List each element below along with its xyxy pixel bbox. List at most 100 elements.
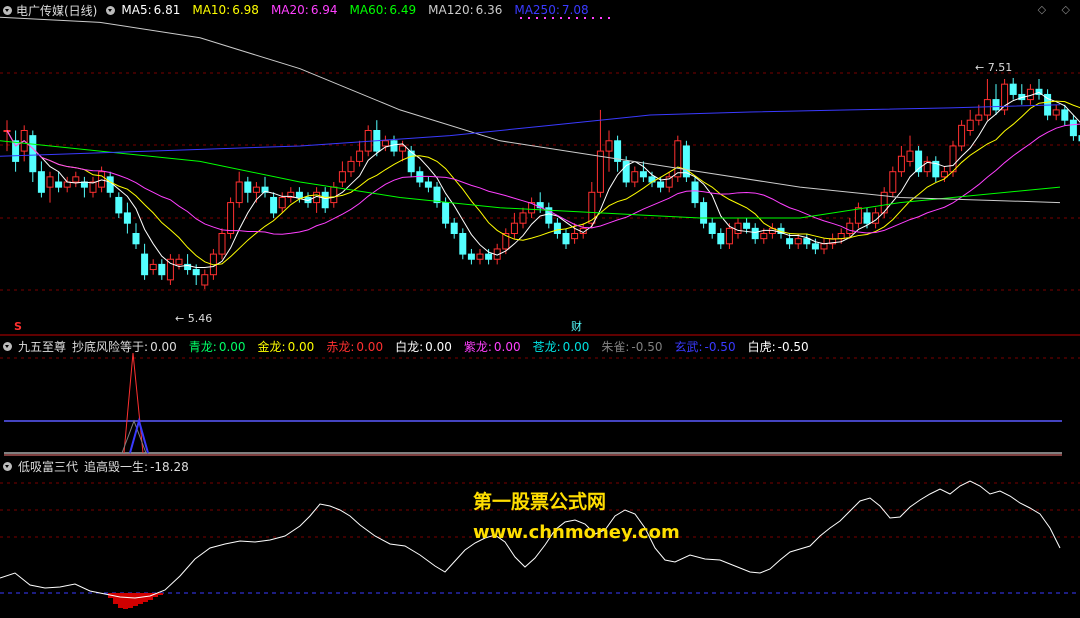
candle-body: [906, 150, 914, 162]
ma-indicator-list: MA5: 6.81 MA10: 6.98 MA20: 6.94 MA60: 6.49 MA120…: [121, 3, 600, 17]
dot-marker: [608, 17, 610, 19]
indicator-value: MA60: 6.49: [350, 3, 423, 17]
candle-body: [270, 196, 278, 214]
indicator-label: 青龙:: [188, 339, 217, 354]
red-bar: [123, 593, 128, 609]
indicator-number: 0.00: [287, 339, 315, 354]
indicator-number: 6.36: [475, 3, 503, 17]
candle-body: [192, 269, 200, 276]
candle-body: [433, 186, 441, 204]
red-bar: [118, 593, 123, 608]
candlestick-chart[interactable]: ← 5.46 ← 7.51 S 财: [0, 0, 1080, 336]
dixi-title: 低吸富三代: [18, 459, 79, 474]
red-bar: [158, 593, 163, 595]
indicator-panel-jiuwu[interactable]: 九五至尊 抄底风险等于: 0.00 青龙: 0.00 金龙: 0.00 赤龙: 0.00 白龙:…: [0, 336, 1080, 456]
jiuwu-values: 抄底风险等于: 0.00 青龙: 0.00 金龙: 0.00 赤龙: 0.00 白龙: 0.00 紫…: [72, 338, 821, 355]
candle-body: [846, 222, 854, 234]
candle-body: [175, 258, 183, 265]
watermark-url: www.chnmoney.com: [473, 522, 680, 543]
candle-body: [820, 243, 828, 250]
candle-body: [691, 181, 699, 204]
candle-body: [1069, 119, 1077, 137]
jiuwu-title: 九五至尊: [18, 339, 67, 354]
dixi-header: 低吸富三代 追高毁一生: -18.28: [0, 458, 207, 474]
indicator-number: 0.00: [562, 339, 590, 354]
candle-body: [639, 171, 647, 178]
candle-body: [201, 274, 209, 286]
candle-body: [889, 171, 897, 193]
candle-body: [700, 202, 708, 224]
candle-body: [958, 124, 966, 147]
candle-body: [811, 243, 819, 250]
candle-body: [725, 227, 733, 245]
candle-body: [98, 171, 106, 188]
candle-body: [571, 233, 579, 240]
indicator-value: 追高毁一生: -18.28: [84, 460, 195, 474]
candle-body: [338, 171, 346, 183]
candle-body: [166, 258, 174, 281]
candle-body: [708, 222, 716, 234]
candle-body: [1009, 83, 1017, 95]
candle-body: [940, 171, 948, 178]
candle-body: [55, 181, 63, 188]
indicator-number: -0.50: [631, 339, 663, 354]
candle-body: [605, 140, 613, 152]
indicator-label: 苍龙:: [532, 339, 561, 354]
indicator-value: 赤龙: 0.00: [326, 340, 389, 354]
candle-body: [510, 222, 518, 234]
main-chart-panel[interactable]: ← 5.46 ← 7.51 S 财 电广传媒(日线) MA5: 6.81 MA10: 6.9…: [0, 0, 1080, 336]
candle-body: [330, 186, 338, 204]
red-bar: [128, 593, 133, 608]
indicator-number: 6.49: [389, 3, 417, 17]
candle-body: [519, 212, 527, 224]
candle-body: [596, 150, 604, 193]
indicator-number: 6.98: [232, 3, 259, 17]
candle-body: [347, 160, 355, 173]
candle-body: [295, 191, 303, 198]
candle-body: [897, 155, 905, 173]
candle-body: [743, 222, 751, 229]
candle-body: [106, 176, 114, 193]
main-chart-header: 电广传媒(日线) MA5: 6.81 MA10: 6.98 MA20: 6.94 MA60:…: [0, 2, 607, 18]
panel2-menu-icon[interactable]: [3, 341, 12, 351]
candle-body: [12, 140, 20, 162]
candle-body: [29, 135, 37, 173]
candle-body: [89, 181, 97, 193]
candle-body: [966, 119, 974, 131]
candle-body: [992, 99, 1000, 111]
indicator-value: 玄武: -0.50: [674, 340, 741, 354]
candle-body: [459, 233, 467, 255]
indicator-label: MA250:: [514, 3, 560, 17]
indicator-number: -18.28: [150, 459, 189, 474]
indicator-label: 金龙:: [257, 339, 286, 354]
panel3-menu-icon[interactable]: [3, 461, 12, 471]
indicator-value: 白虎: -0.50: [748, 340, 815, 354]
candle-body: [158, 263, 166, 276]
panel-menu-icon[interactable]: [3, 5, 12, 15]
indicator-number: 0.00: [150, 339, 177, 354]
red-bar: [143, 593, 148, 602]
indicator-menu-icon[interactable]: [106, 5, 116, 15]
candle-body: [80, 181, 88, 188]
corner-buttons[interactable]: ◇ ◇: [1038, 3, 1076, 16]
candle-body: [837, 233, 845, 240]
indicator-value: 苍龙: 0.00: [533, 340, 596, 354]
candle-body: [467, 253, 475, 260]
indicator-value: 金龙: 0.00: [258, 340, 321, 354]
red-bar: [113, 593, 118, 604]
candle-body: [424, 181, 432, 188]
indicator-value: 青龙: 0.00: [189, 340, 252, 354]
indicator-number: 0.00: [425, 339, 452, 354]
indicator-label: 朱雀:: [601, 339, 630, 354]
indicator-number: 7.08: [561, 3, 589, 17]
candle-body: [123, 212, 131, 224]
candle-body: [854, 207, 862, 224]
stock-title: 电广传媒(日线): [16, 3, 98, 18]
candle-body: [631, 171, 639, 183]
high-label: ← 7.51: [975, 61, 1012, 74]
candle-body: [132, 233, 140, 245]
indicator-value: MA250: 7.08: [514, 3, 594, 17]
candle-body: [72, 176, 80, 183]
indicator-number: -0.50: [777, 339, 809, 354]
indicator-number: 6.81: [153, 3, 181, 17]
